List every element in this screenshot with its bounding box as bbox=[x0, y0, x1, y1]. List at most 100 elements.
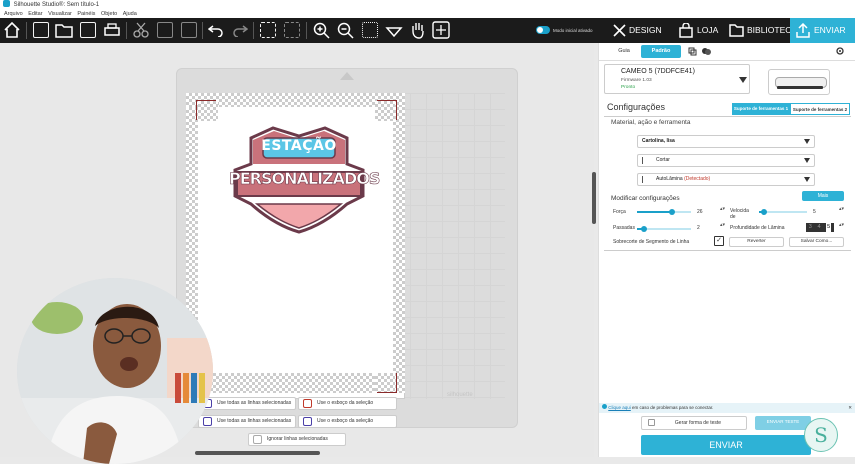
print-icon[interactable] bbox=[103, 22, 121, 38]
webcam-overlay bbox=[17, 278, 213, 464]
horizontal-scrollbar[interactable] bbox=[195, 451, 320, 455]
settings-gear-icon[interactable] bbox=[835, 46, 845, 56]
tab-tool-holder-1[interactable]: Suporte de ferramentas 1 bbox=[732, 103, 790, 115]
tool-value: AutoLâmina bbox=[656, 176, 683, 182]
material-select[interactable]: Cartolina, lisa bbox=[637, 135, 815, 148]
move-icon[interactable] bbox=[432, 21, 450, 39]
cut-icon[interactable] bbox=[133, 22, 149, 38]
click-here-link[interactable]: Clique aqui bbox=[608, 405, 631, 410]
speed-value: 5 bbox=[813, 209, 816, 215]
test-shape-icon bbox=[648, 419, 655, 426]
ignore-lines-button[interactable]: Ignorar linhas selecionadas bbox=[248, 433, 346, 446]
force-slider-knob[interactable] bbox=[669, 209, 675, 215]
redo-icon[interactable] bbox=[232, 23, 248, 37]
device-name: CAMEO 5 (7DDFCE41) bbox=[621, 68, 695, 75]
use-all-lines-button-2[interactable]: Use todas as linhas selecionadas bbox=[198, 415, 296, 428]
tool-select[interactable]: AutoLâmina (Detectado) bbox=[637, 173, 815, 186]
zoom-select-icon[interactable] bbox=[362, 22, 378, 38]
device-selector[interactable]: CAMEO 5 (7DDFCE41) Firmware 1.03 Pronto bbox=[604, 64, 750, 94]
main-toolbar: Modo inicial ativado DESIGN LOJA BIBLIOT… bbox=[0, 18, 855, 43]
menu-arquivo[interactable]: Arquivo bbox=[4, 11, 23, 17]
silhouette-watermark: silhouette bbox=[447, 392, 473, 398]
passes-stepper-icon[interactable]: ▴▾ bbox=[720, 222, 725, 228]
force-slider[interactable] bbox=[637, 209, 691, 215]
page-top-margin bbox=[186, 93, 405, 107]
close-icon[interactable]: ✕ bbox=[848, 403, 852, 413]
page-right-margin bbox=[393, 107, 405, 385]
menu-ajuda[interactable]: Ajuda bbox=[123, 11, 137, 17]
depth-digit: 4 bbox=[817, 224, 821, 230]
hand-icon[interactable] bbox=[410, 21, 426, 39]
connection-info-bar: Clique aqui em caso de problemas para se… bbox=[599, 403, 855, 413]
force-stepper-icon[interactable]: ▴▾ bbox=[720, 206, 725, 212]
more-button[interactable]: Mais bbox=[802, 191, 844, 201]
group-icon[interactable] bbox=[260, 22, 276, 38]
passes-slider-knob[interactable] bbox=[641, 226, 647, 232]
home-icon[interactable] bbox=[3, 21, 21, 39]
use-all-lines-button[interactable]: Use todas as linhas selecionadas bbox=[198, 397, 296, 410]
modify-title: Modificar configurações bbox=[611, 195, 680, 202]
device-firmware: Firmware 1.03 bbox=[621, 78, 652, 83]
use-outline-button[interactable]: Use o esboço da seleção bbox=[298, 397, 397, 410]
title-bar: Silhouette Studio®: Sem título-1 bbox=[0, 0, 855, 10]
menu-editar[interactable]: Editar bbox=[28, 11, 42, 17]
send-tab[interactable]: ENVIAR bbox=[790, 18, 855, 43]
design-tab[interactable]: DESIGN bbox=[629, 18, 662, 43]
pan-down-icon[interactable] bbox=[385, 22, 403, 39]
speed-slider-knob[interactable] bbox=[761, 209, 767, 215]
menu-visualizar[interactable]: Visualizar bbox=[48, 11, 72, 17]
undo-icon[interactable] bbox=[208, 23, 224, 37]
presenter-image bbox=[17, 278, 213, 464]
startup-mode-toggle[interactable] bbox=[536, 26, 550, 34]
save-icon[interactable] bbox=[80, 22, 96, 38]
cutter-image bbox=[768, 69, 830, 95]
menu-paineis[interactable]: Painéis bbox=[77, 11, 95, 17]
send-test-button[interactable]: ENVIAR TESTE bbox=[755, 416, 811, 430]
info-text: em caso de problemas para se conectar. bbox=[632, 405, 714, 410]
overcut-label: Sobrecorte de Segmento de Linha bbox=[613, 239, 690, 245]
tab-guide[interactable]: Guia bbox=[607, 45, 641, 58]
paste-icon[interactable] bbox=[181, 22, 197, 38]
layers-tab-icon[interactable] bbox=[702, 47, 711, 56]
device-status: Pronto bbox=[621, 85, 636, 90]
open-folder-icon[interactable] bbox=[55, 22, 73, 38]
zoom-out-icon[interactable] bbox=[337, 22, 354, 39]
chevron-down-icon bbox=[739, 77, 747, 83]
cut-border-corner bbox=[377, 373, 397, 393]
menu-objeto[interactable]: Objeto bbox=[101, 11, 117, 17]
info-icon bbox=[602, 404, 607, 409]
copy-icon[interactable] bbox=[157, 22, 173, 38]
page-bottom-margin bbox=[186, 373, 405, 393]
tab-standard[interactable]: Padrão bbox=[641, 45, 681, 58]
test-shape-button[interactable]: Gerar forma de teste bbox=[641, 416, 747, 430]
passes-slider[interactable] bbox=[637, 226, 691, 232]
ungroup-icon[interactable] bbox=[284, 22, 300, 38]
advanced-tab-icon[interactable] bbox=[688, 47, 697, 56]
vertical-scrollbar[interactable] bbox=[592, 172, 596, 224]
speed-slider[interactable] bbox=[759, 209, 807, 215]
overcut-checkbox[interactable]: ✓ bbox=[714, 236, 724, 246]
brand-logo: S bbox=[804, 418, 838, 452]
material-heading: Material, ação e ferramenta bbox=[611, 119, 691, 126]
speed-stepper-icon[interactable]: ▴▾ bbox=[839, 206, 844, 212]
save-as-button[interactable]: Salvar Como... bbox=[789, 237, 844, 247]
depth-stepper-icon[interactable]: ▴▾ bbox=[839, 222, 844, 228]
action-value: Cortar bbox=[656, 157, 670, 163]
send-icon bbox=[796, 23, 810, 38]
use-outline-label: Use o esboço da seleção bbox=[317, 418, 374, 424]
store-tab[interactable]: LOJA bbox=[697, 18, 718, 43]
revert-button[interactable]: Reverter bbox=[729, 237, 784, 247]
zoom-in-icon[interactable] bbox=[313, 22, 330, 39]
ignore-icon bbox=[253, 435, 262, 444]
action-select[interactable]: Cortar bbox=[637, 154, 815, 167]
config-title: Configurações bbox=[607, 102, 666, 112]
use-outline-button-2[interactable]: Use o esboço da seleção bbox=[298, 415, 397, 428]
new-document-icon[interactable] bbox=[33, 22, 49, 38]
send-button[interactable]: ENVIAR bbox=[641, 435, 811, 455]
tab-tool-holder-2[interactable]: Suporte de ferramentas 2 bbox=[790, 103, 850, 115]
chevron-down-icon bbox=[804, 139, 810, 144]
force-label: Força bbox=[613, 209, 626, 215]
blade-depth-display[interactable]: 3 4 5 bbox=[806, 223, 834, 232]
send-tab-label: ENVIAR bbox=[814, 25, 846, 35]
depth-digit: 3 bbox=[808, 224, 812, 230]
